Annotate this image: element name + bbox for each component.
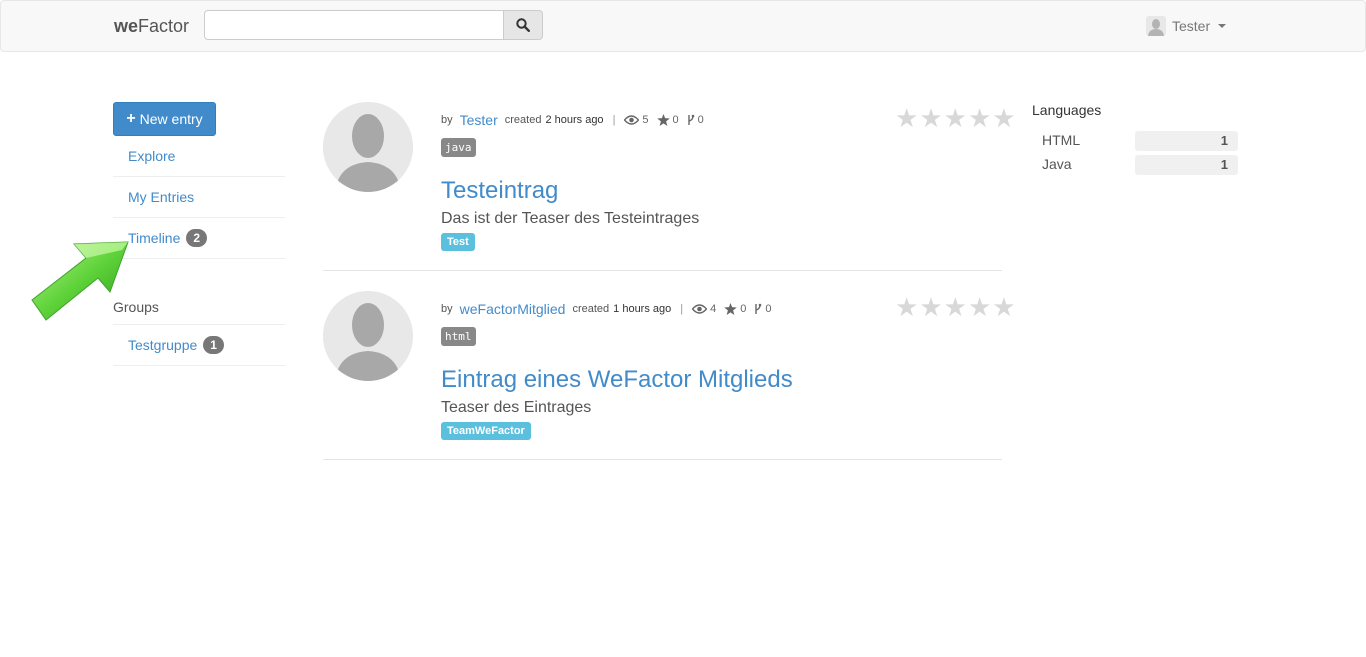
entry-teaser: Teaser des Eintrages	[441, 399, 592, 416]
rating-stars[interactable]: ★ ★ ★ ★ ★	[895, 105, 1016, 131]
views-stat: 4	[692, 303, 716, 315]
rating-star-icon[interactable]: ★	[992, 105, 1015, 131]
forks-count: 0	[697, 114, 704, 126]
fork-icon	[687, 114, 694, 125]
sidebar-item-explore[interactable]: Explore	[113, 136, 285, 177]
entry-meta: by weFactorMitglied created 1 hours ago …	[441, 301, 780, 317]
rating-star-icon[interactable]: ★	[992, 294, 1015, 320]
stars-stat: 0	[724, 303, 746, 315]
user-menu[interactable]: Tester	[1146, 16, 1227, 36]
sidebar-item-label: Timeline	[128, 230, 181, 246]
entry-title[interactable]: Eintrag eines WeFactor Mitglieds	[441, 366, 793, 394]
eye-icon	[692, 304, 708, 314]
meta-separator: |	[612, 114, 616, 126]
views-count: 5	[642, 114, 649, 126]
entry-meta: by Tester created 2 hours ago | 5 0 0	[441, 112, 712, 128]
created-time: 1 hours ago	[613, 303, 672, 315]
rating-star-icon[interactable]: ★	[944, 294, 967, 320]
language-tag[interactable]: java	[441, 138, 476, 157]
entry-card: by weFactorMitglied created 1 hours ago …	[323, 291, 1016, 460]
entry-teaser: Das ist der Teaser des Testeintrages	[441, 210, 700, 227]
stars-count: 0	[672, 114, 679, 126]
entry-card: by Tester created 2 hours ago | 5 0 0 ja…	[323, 102, 1016, 271]
search-icon	[516, 18, 530, 32]
plus-icon: +	[126, 110, 136, 127]
search-button[interactable]	[503, 10, 543, 40]
author-link[interactable]: Tester	[460, 112, 498, 128]
eye-icon	[624, 115, 640, 125]
language-name: HTML	[1042, 132, 1081, 148]
language-count: 1	[1135, 155, 1238, 175]
brand-bold: we	[114, 16, 139, 36]
search-input[interactable]	[204, 10, 504, 40]
forks-stat: 0	[754, 303, 772, 315]
rating-star-icon[interactable]: ★	[968, 294, 991, 320]
stars-count: 0	[740, 303, 747, 315]
rating-star-icon[interactable]: ★	[919, 294, 942, 320]
created-time: 2 hours ago	[545, 114, 604, 126]
entry-tag[interactable]: TeamWeFactor	[441, 422, 531, 440]
rating-star-icon[interactable]: ★	[944, 105, 967, 131]
group-badge: 1	[203, 336, 224, 354]
new-entry-label: New entry	[139, 111, 203, 127]
author-link[interactable]: weFactorMitglied	[460, 301, 566, 317]
views-stat: 5	[624, 114, 649, 126]
navbar: weFactor Tester	[0, 0, 1366, 52]
user-name: Tester	[1172, 18, 1211, 34]
sidebar-item-my-entries[interactable]: My Entries	[113, 177, 285, 218]
rating-star-icon[interactable]: ★	[895, 294, 918, 320]
language-row[interactable]: HTML 1	[1042, 131, 1238, 151]
rating-star-icon[interactable]: ★	[919, 105, 942, 131]
stars-stat: 0	[656, 114, 679, 126]
created-label: created	[504, 114, 542, 126]
brand-logo[interactable]: weFactor	[114, 16, 189, 37]
rating-star-icon[interactable]: ★	[968, 105, 991, 131]
language-count: 1	[1135, 131, 1238, 151]
star-icon	[724, 303, 738, 315]
sidebar-nav: Explore My Entries Timeline 2	[113, 136, 285, 259]
languages-heading: Languages	[1032, 102, 1102, 118]
fork-icon	[755, 303, 762, 314]
by-label: by	[441, 114, 453, 126]
language-name: Java	[1042, 156, 1072, 172]
rating-stars[interactable]: ★ ★ ★ ★ ★	[895, 294, 1016, 320]
by-label: by	[441, 303, 453, 315]
sidebar-item-timeline[interactable]: Timeline 2	[113, 218, 285, 259]
sidebar-item-label: My Entries	[128, 189, 195, 205]
author-avatar[interactable]	[323, 291, 413, 381]
entry-title[interactable]: Testeintrag	[441, 177, 558, 205]
author-avatar[interactable]	[323, 102, 413, 192]
user-avatar-icon	[1146, 16, 1166, 36]
views-count: 4	[710, 303, 717, 315]
forks-stat: 0	[687, 114, 704, 126]
chevron-down-icon	[1218, 24, 1227, 28]
timeline-badge: 2	[186, 229, 208, 247]
forks-count: 0	[765, 303, 772, 315]
sidebar-item-testgruppe[interactable]: Testgruppe 1	[113, 325, 285, 366]
sidebar-item-label: Explore	[128, 148, 176, 164]
avatar-placeholder-icon	[323, 102, 413, 192]
new-entry-button[interactable]: + New entry	[113, 102, 216, 136]
entry-tag[interactable]: Test	[441, 233, 475, 251]
brand-rest: Factor	[138, 16, 190, 36]
language-tag[interactable]: html	[441, 327, 476, 346]
avatar-placeholder-icon	[323, 291, 413, 381]
meta-separator: |	[680, 303, 684, 315]
sidebar-item-label: Testgruppe	[128, 337, 198, 353]
star-icon	[656, 114, 670, 126]
created-label: created	[572, 303, 610, 315]
green-arrow-icon	[31, 241, 129, 321]
groups-nav: Testgruppe 1	[113, 324, 285, 366]
language-row[interactable]: Java 1	[1042, 155, 1238, 175]
rating-star-icon[interactable]: ★	[895, 105, 918, 131]
